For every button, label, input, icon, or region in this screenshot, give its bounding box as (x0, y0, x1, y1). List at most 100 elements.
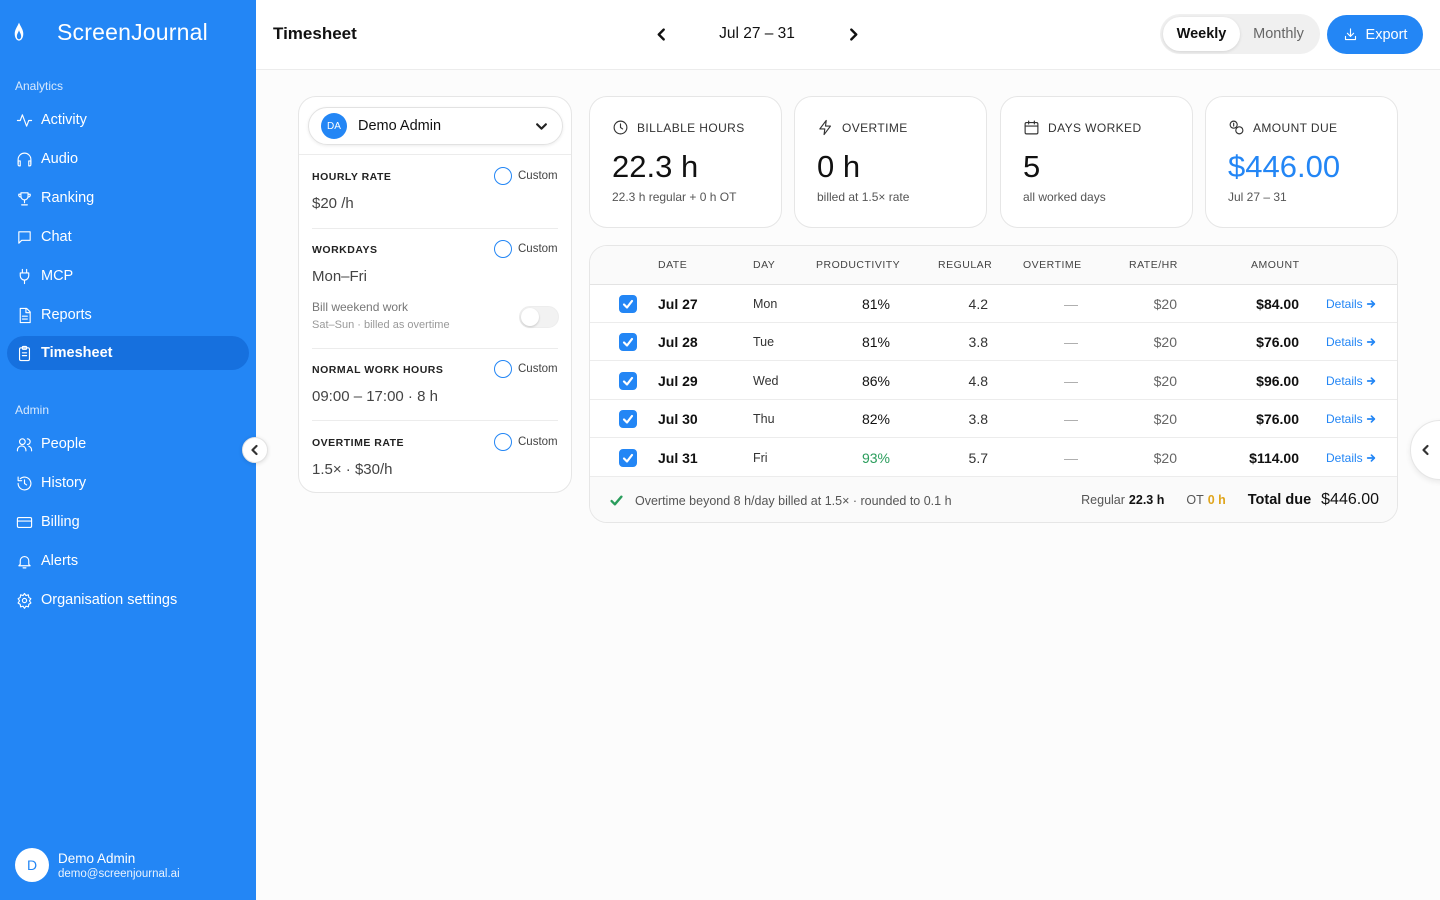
selected-user-name: Demo Admin (358, 118, 442, 134)
sidebar-item-ranking[interactable]: Ranking (7, 181, 249, 215)
admin-section-label: Admin (15, 403, 50, 417)
chevron-left-icon (1422, 444, 1429, 456)
sidebar-item-mcp[interactable]: MCP (7, 259, 249, 293)
stat-label: OVERTIME (842, 120, 908, 135)
row-overtime: — (1064, 334, 1078, 351)
row-checkbox[interactable] (619, 371, 637, 390)
sidebar-item-label: Alerts (41, 553, 79, 569)
previous-period-button[interactable] (651, 22, 671, 46)
sidebar-item-billing[interactable]: Billing (7, 505, 249, 539)
row-details-link[interactable]: Details (1326, 374, 1376, 388)
brand[interactable]: ScreenJournal (12, 16, 208, 48)
check-icon (622, 453, 634, 463)
next-period-button[interactable] (843, 22, 863, 46)
table-row[interactable]: Jul 27 Mon 81% 4.2 — $20 $84.00 Details (590, 285, 1397, 323)
sidebar-item-label: Organisation settings (41, 592, 178, 608)
totals-summary: Regular 22.3 h OT 0 h Total due $446.00 (1081, 491, 1379, 509)
row-amount: $114.00 (1249, 449, 1299, 466)
row-date: Jul 27 (658, 296, 698, 312)
row-rate: $20 (1153, 449, 1177, 466)
view-weekly-option[interactable]: Weekly (1163, 17, 1240, 51)
overtime-rate-value: 1.5× · $30/h (312, 461, 393, 478)
row-date: Jul 29 (658, 372, 698, 389)
sidebar-item-reports[interactable]: Reports (7, 298, 249, 332)
chevron-down-icon (536, 123, 547, 130)
normal-hours-custom-radio[interactable]: Custom (494, 360, 558, 378)
coins-icon (1229, 120, 1244, 135)
row-details-link[interactable]: Details (1326, 335, 1376, 349)
stat-sub: 22.3 h regular + 0 h OT (612, 190, 737, 204)
column-header-date: DATE (658, 259, 688, 271)
sidebar-item-label: MCP (41, 268, 74, 284)
collapse-sidebar-button[interactable] (242, 437, 268, 463)
stat-label: AMOUNT DUE (1253, 120, 1338, 135)
row-rate: $20 (1153, 296, 1177, 312)
row-productivity: 82% (861, 411, 890, 428)
sidebar-item-organisation-settings[interactable]: Organisation settings (7, 583, 249, 617)
user-name: Demo Admin (58, 850, 136, 866)
column-header-amount: AMOUNT (1251, 259, 1300, 271)
timesheet-table: DATE DAY PRODUCTIVITY REGULAR OVERTIME R… (589, 245, 1398, 523)
row-checkbox[interactable] (619, 333, 637, 352)
sidebar-item-people[interactable]: People (7, 427, 249, 461)
column-header-overtime: OVERTIME (1023, 259, 1082, 271)
row-details-link[interactable]: Details (1326, 451, 1376, 465)
workdays-custom-radio[interactable]: Custom (494, 240, 558, 258)
details-label: Details (1326, 373, 1363, 388)
sidebar-item-label: Ranking (41, 190, 95, 206)
stat-sub: all worked days (1023, 190, 1106, 204)
divider (312, 348, 558, 349)
days-worked-card: DAYS WORKED 5 all worked days (1000, 96, 1193, 228)
user-avatar: DA (321, 113, 347, 139)
sidebar-item-audio[interactable]: Audio (7, 142, 249, 176)
bill-weekend-label: Bill weekend work (312, 300, 409, 314)
table-row[interactable]: Jul 31 Fri 93% 5.7 — $20 $114.00 Details (590, 439, 1397, 477)
sidebar-item-activity[interactable]: Activity (7, 103, 249, 137)
row-checkbox[interactable] (619, 410, 637, 429)
row-checkbox[interactable] (619, 448, 637, 467)
row-date: Jul 28 (658, 334, 698, 351)
sidebar-item-label: Chat (41, 229, 72, 245)
overtime-rate-custom-radio[interactable]: Custom (494, 433, 558, 451)
sidebar-item-timesheet[interactable]: Timesheet (7, 336, 249, 370)
bill-weekend-toggle[interactable] (519, 306, 559, 328)
user-selector[interactable]: DA Demo Admin (308, 107, 563, 145)
chevron-left-icon (657, 27, 665, 41)
activity-icon (15, 111, 33, 129)
view-monthly-option[interactable]: Monthly (1240, 17, 1317, 51)
view-toggle: Weekly Monthly (1160, 14, 1320, 54)
divider (312, 228, 558, 229)
hourly-rate-label: HOURLY RATE (312, 171, 392, 183)
workdays-label: WORKDAYS (312, 244, 378, 256)
row-overtime: — (1064, 449, 1078, 466)
table-row[interactable]: Jul 29 Wed 86% 4.8 — $20 $96.00 Details (590, 362, 1397, 400)
export-button[interactable]: Export (1327, 15, 1423, 54)
radio-circle-icon (494, 240, 512, 258)
sidebar-item-history[interactable]: History (7, 466, 249, 500)
overtime-note: Overtime beyond 8 h/day billed at 1.5× ·… (635, 494, 952, 508)
row-day: Mon (753, 297, 778, 311)
open-side-panel-button[interactable] (1410, 420, 1440, 480)
details-label: Details (1326, 412, 1363, 427)
billable-hours-card: BILLABLE HOURS 22.3 h 22.3 h regular + 0… (589, 96, 782, 228)
current-user[interactable]: D Demo Admin demo@screenjournal.ai (15, 848, 180, 882)
stat-label: BILLABLE HOURS (637, 120, 745, 135)
sidebar-item-alerts[interactable]: Alerts (7, 544, 249, 578)
row-checkbox[interactable] (619, 295, 637, 313)
table-row[interactable]: Jul 28 Tue 81% 3.8 — $20 $76.00 Details (590, 323, 1397, 362)
row-details-link[interactable]: Details (1326, 412, 1376, 426)
sidebar-item-label: Billing (41, 514, 80, 530)
row-amount: $84.00 (1256, 296, 1299, 312)
sidebar-item-chat[interactable]: Chat (7, 220, 249, 254)
details-label: Details (1326, 450, 1363, 465)
chevron-left-icon (251, 444, 258, 456)
users-icon (15, 435, 33, 453)
table-row[interactable]: Jul 30 Thu 82% 3.8 — $20 $76.00 Details (590, 400, 1397, 439)
hourly-rate-custom-radio[interactable]: Custom (494, 167, 558, 185)
stat-value: $446.00 (1228, 149, 1341, 184)
row-details-link[interactable]: Details (1326, 297, 1376, 311)
stat-value: 5 (1023, 149, 1041, 184)
amount-due-card: AMOUNT DUE $446.00 Jul 27 – 31 (1205, 96, 1398, 228)
row-rate: $20 (1153, 334, 1177, 351)
ot-total-label: OT (1186, 493, 1204, 507)
